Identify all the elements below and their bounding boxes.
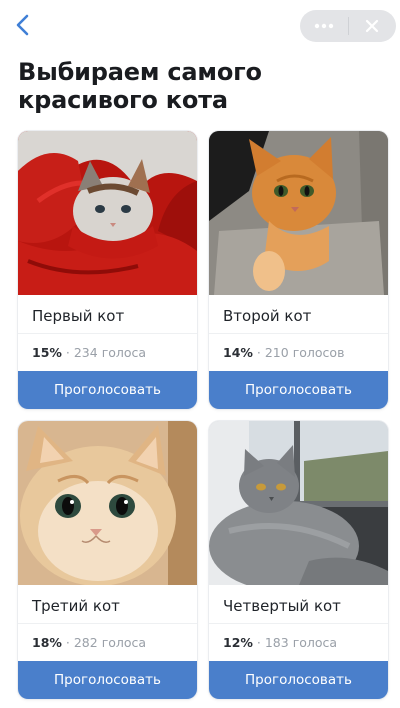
- vote-percent: 15%: [32, 345, 62, 360]
- vote-percent: 14%: [223, 345, 253, 360]
- cat-photo-1[interactable]: [18, 131, 197, 295]
- cats-grid: Первый кот 15% · 234 голоса Проголосоват…: [18, 131, 388, 699]
- more-button[interactable]: [300, 10, 348, 42]
- divider: [209, 333, 388, 334]
- vote-button[interactable]: Проголосовать: [18, 661, 197, 699]
- vote-count: 210 голосов: [264, 345, 345, 360]
- vote-button[interactable]: Проголосовать: [209, 371, 388, 409]
- cat-name: Третий кот: [32, 597, 120, 615]
- back-button[interactable]: [8, 10, 38, 40]
- vote-count: 282 голоса: [73, 635, 147, 650]
- vote-stats: 18% · 282 голоса: [32, 635, 146, 650]
- cat-name: Первый кот: [32, 307, 125, 325]
- vote-stats: 14% · 210 голосов: [223, 345, 344, 360]
- vote-button[interactable]: Проголосовать: [18, 371, 197, 409]
- cat-card-2: Второй кот 14% · 210 голосов Проголосова…: [209, 131, 388, 409]
- vote-button[interactable]: Проголосовать: [209, 661, 388, 699]
- cat-name: Второй кот: [223, 307, 312, 325]
- stats-dot: ·: [256, 635, 265, 650]
- vote-percent: 18%: [32, 635, 62, 650]
- cat-card-1: Первый кот 15% · 234 голоса Проголосоват…: [18, 131, 197, 409]
- cat-photo-4[interactable]: [209, 421, 388, 585]
- divider: [209, 623, 388, 624]
- vote-percent: 12%: [223, 635, 253, 650]
- divider: [18, 333, 197, 334]
- page-title: Выбираем самого красивого кота: [18, 58, 262, 114]
- close-button[interactable]: [349, 10, 397, 42]
- stats-dot: ·: [256, 345, 265, 360]
- stats-dot: ·: [65, 345, 74, 360]
- cat-name: Четвертый кот: [223, 597, 341, 615]
- more-horizontal-icon: [314, 23, 333, 29]
- vote-count: 234 голоса: [73, 345, 147, 360]
- mini-app-controls: [300, 10, 396, 42]
- cat-photo-2[interactable]: [209, 131, 388, 295]
- chevron-left-icon: [16, 14, 29, 36]
- vote-stats: 12% · 183 голоса: [223, 635, 337, 650]
- cat-card-4: Четвертый кот 12% · 183 голоса Проголосо…: [209, 421, 388, 699]
- divider: [18, 623, 197, 624]
- vote-stats: 15% · 234 голоса: [32, 345, 146, 360]
- vote-count: 183 голоса: [264, 635, 338, 650]
- cat-photo-3[interactable]: [18, 421, 197, 585]
- top-bar: [0, 0, 400, 52]
- close-icon: [366, 19, 379, 33]
- stats-dot: ·: [65, 635, 74, 650]
- cat-card-3: Третий кот 18% · 282 голоса Проголосоват…: [18, 421, 197, 699]
